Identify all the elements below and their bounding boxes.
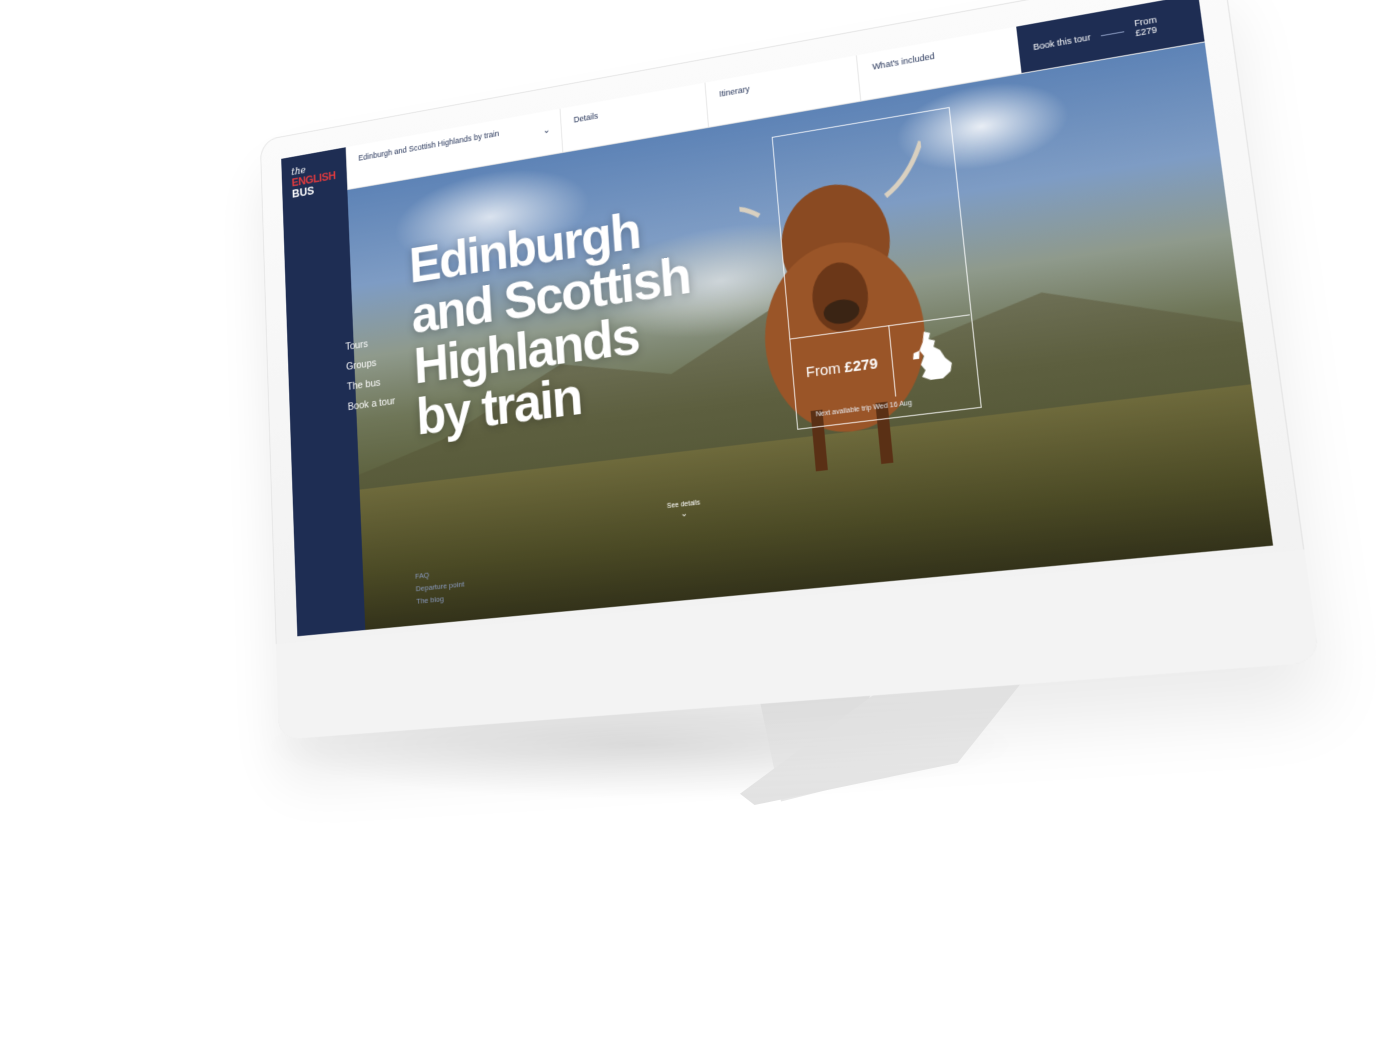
monitor: From £279 Next available trip Wed 16 Aug… xyxy=(259,0,1330,798)
footer-link-departure-point[interactable]: Departure point xyxy=(416,580,465,594)
uk-map-icon xyxy=(912,328,954,381)
chevron-down-icon: ⌄ xyxy=(542,125,551,137)
price-from-label: From xyxy=(805,359,842,381)
price-from-box[interactable]: From £279 xyxy=(789,325,897,409)
tab-itinerary-label: Itinerary xyxy=(718,84,750,99)
mockup-stage: From £279 Next available trip Wed 16 Aug… xyxy=(0,0,1400,1040)
price-from-value: £279 xyxy=(843,354,879,376)
nav-item-book-a-tour[interactable]: Book a tour xyxy=(348,396,396,413)
book-price: From £279 xyxy=(1134,15,1159,39)
uk-map-box xyxy=(888,314,978,397)
divider xyxy=(1100,30,1125,36)
nav-item-the-bus[interactable]: The bus xyxy=(347,375,395,393)
hero-headline: Edinburgh and Scottish Highlands by trai… xyxy=(408,197,700,446)
book-from-price: £279 xyxy=(1134,24,1158,39)
see-details-link[interactable]: See details ⌄ xyxy=(667,499,701,521)
tab-details-label: Details xyxy=(573,111,599,125)
footer-nav: FAQ Departure point The blog xyxy=(415,567,465,610)
book-label: Book this tour xyxy=(1032,32,1092,53)
brand-logo[interactable]: the ENGLISH BUS xyxy=(291,160,336,200)
main-nav: Tours Groups The bus Book a tour xyxy=(345,335,396,422)
website-screen: From £279 Next available trip Wed 16 Aug… xyxy=(281,0,1274,637)
nav-item-groups[interactable]: Groups xyxy=(346,355,394,372)
footer-link-blog[interactable]: The blog xyxy=(416,592,465,605)
tab-whats-included-label: What's included xyxy=(871,51,936,72)
